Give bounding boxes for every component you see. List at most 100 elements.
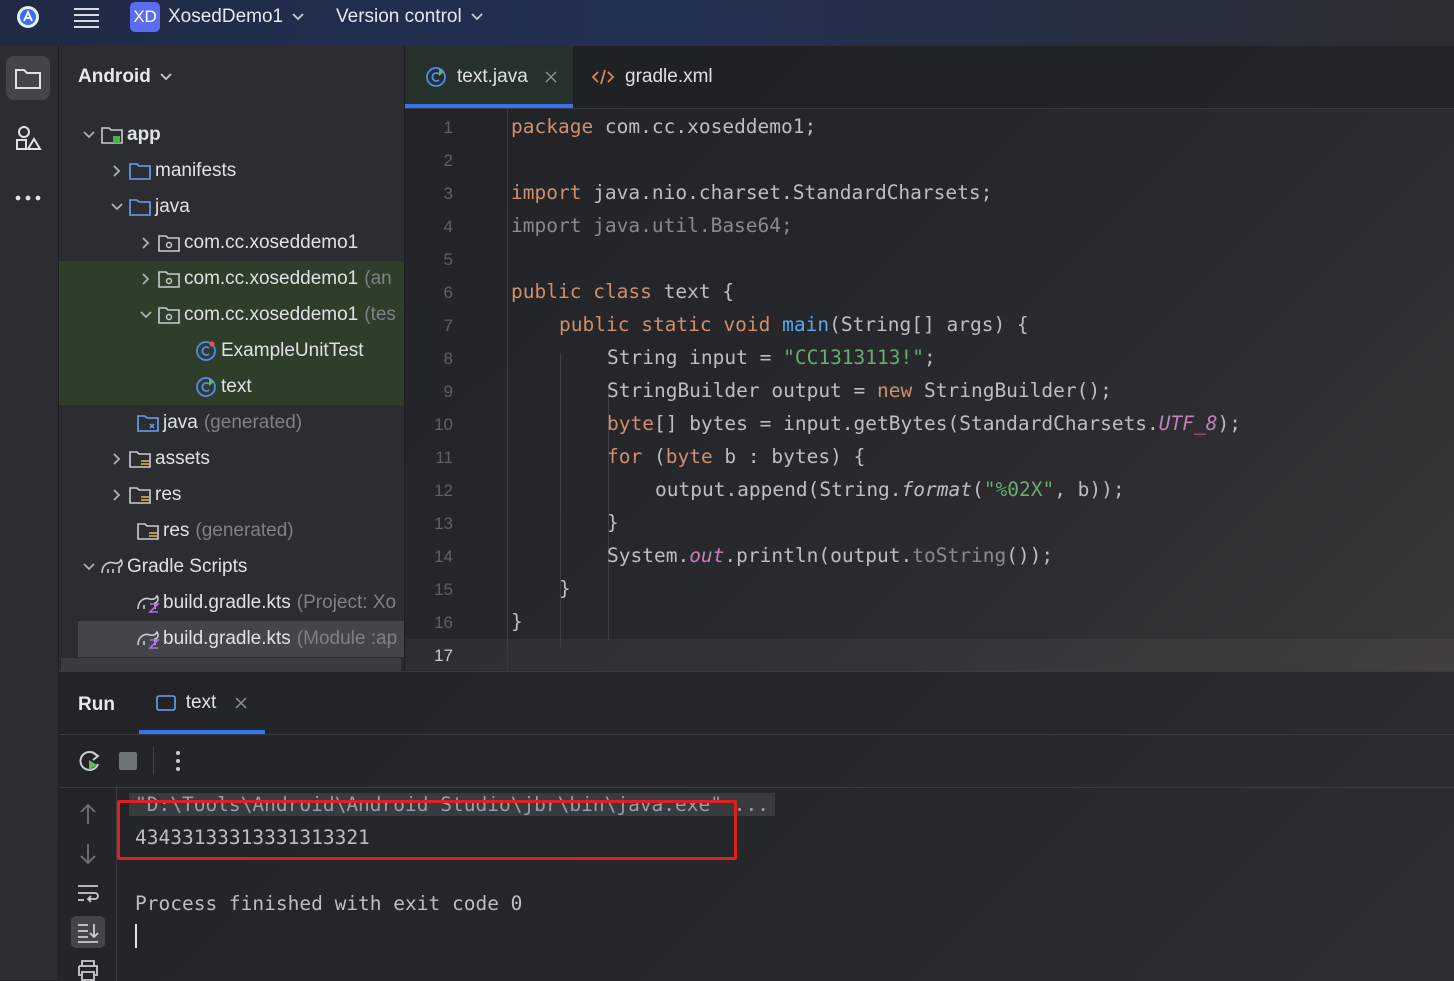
tool-window-strip bbox=[0, 46, 59, 980]
chevron-right-icon[interactable] bbox=[107, 488, 127, 502]
tree-item-build-gradle-project[interactable]: build.gradle.kts (Project: Xo bbox=[59, 585, 404, 621]
java-class-icon bbox=[193, 376, 219, 398]
code-token: "%02X" bbox=[983, 478, 1055, 501]
code-token: UTF_8 bbox=[1158, 412, 1218, 435]
code-token: , b)); bbox=[1054, 478, 1125, 501]
chevron-right-icon[interactable] bbox=[136, 236, 156, 250]
close-icon[interactable] bbox=[234, 696, 248, 710]
scroll-to-end-button[interactable] bbox=[71, 916, 105, 948]
line-number: 4 bbox=[443, 217, 453, 236]
folder-icon bbox=[127, 160, 153, 182]
line-number: 6 bbox=[443, 283, 453, 302]
code-line: public class text { bbox=[511, 280, 734, 303]
code-line: import java.util.Base64; bbox=[511, 214, 793, 237]
code-line: StringBuilder output = new StringBuilder… bbox=[607, 379, 1112, 402]
project-tool-button[interactable] bbox=[6, 56, 50, 100]
tab-text-java[interactable]: text.java bbox=[405, 46, 573, 108]
tree-item-java[interactable]: java bbox=[59, 189, 404, 225]
line-number: 7 bbox=[443, 316, 453, 335]
tree-item-label: Gradle Scripts bbox=[127, 556, 248, 577]
indent-guide bbox=[608, 467, 609, 500]
chevron-right-icon[interactable] bbox=[107, 452, 127, 466]
code-token: out bbox=[689, 544, 725, 567]
line-number: 5 bbox=[443, 250, 453, 269]
arrow-up-icon[interactable] bbox=[77, 802, 99, 826]
tree-item-label: res bbox=[155, 484, 182, 505]
close-icon[interactable] bbox=[544, 70, 558, 84]
highlight-box bbox=[117, 800, 737, 860]
chevron-down-icon[interactable] bbox=[79, 130, 99, 140]
code-token: for bbox=[607, 445, 643, 468]
code-token: System. bbox=[607, 544, 690, 567]
chevron-down-icon[interactable] bbox=[79, 562, 99, 572]
toolbar-separator bbox=[153, 747, 154, 775]
project-view-selector[interactable]: Android bbox=[78, 66, 173, 88]
tree-item-suffix: (tes bbox=[364, 304, 396, 325]
horizontal-scrollbar[interactable] bbox=[61, 658, 401, 671]
code-line: package com.cc.xoseddemo1; bbox=[511, 115, 816, 138]
chevron-down-icon[interactable] bbox=[107, 202, 127, 212]
tree-item-label: assets bbox=[155, 448, 210, 469]
android-studio-logo-icon[interactable] bbox=[16, 5, 40, 29]
chevron-right-icon[interactable] bbox=[107, 164, 127, 178]
tree-item-exampleunittest[interactable]: ExampleUnitTest bbox=[59, 333, 404, 369]
resource-manager-button[interactable] bbox=[6, 116, 50, 160]
console-icon bbox=[155, 695, 176, 711]
line-number: 14 bbox=[434, 547, 453, 566]
tree-item-res-generated[interactable]: res (generated) bbox=[59, 513, 404, 549]
version-control-menu[interactable]: Version control bbox=[336, 2, 484, 32]
folder-icon bbox=[127, 196, 153, 218]
chevron-down-icon bbox=[160, 73, 172, 81]
current-line-highlight bbox=[405, 639, 1454, 671]
tree-item-package-test[interactable]: com.cc.xoseddemo1 (tes bbox=[59, 297, 404, 333]
project-selector[interactable]: XD XosedDemo1 bbox=[130, 2, 305, 32]
tree-item-res[interactable]: res bbox=[59, 477, 404, 513]
chevron-right-icon[interactable] bbox=[136, 272, 156, 286]
project-panel: Android app manifests java com.cc.xosedd… bbox=[59, 46, 404, 671]
line-number: 11 bbox=[435, 448, 453, 467]
line-number: 15 bbox=[434, 580, 453, 599]
tree-item-assets[interactable]: assets bbox=[59, 441, 404, 477]
indent-guide bbox=[560, 353, 561, 649]
tree-item-suffix: (an bbox=[364, 268, 392, 289]
code-line: } bbox=[559, 577, 571, 600]
gutter-divider bbox=[507, 108, 508, 671]
more-options-icon[interactable] bbox=[171, 749, 185, 773]
tree-item-label: java bbox=[163, 412, 198, 433]
scroll-to-end-icon bbox=[78, 924, 99, 943]
code-token: [] bytes = input.getBytes(StandardCharse… bbox=[653, 412, 1159, 435]
tree-item-text[interactable]: text bbox=[59, 369, 404, 405]
main-menu-icon[interactable] bbox=[74, 6, 100, 28]
more-tools-button[interactable] bbox=[6, 176, 50, 220]
line-number: 1 bbox=[443, 118, 453, 137]
tab-gradle-xml[interactable]: gradle.xml bbox=[591, 46, 731, 108]
stop-icon[interactable] bbox=[119, 752, 137, 770]
tree-item-app[interactable]: app bbox=[59, 117, 404, 153]
print-icon[interactable] bbox=[76, 959, 100, 981]
code-token: main bbox=[782, 313, 830, 336]
code-token: ( bbox=[642, 445, 666, 468]
rerun-icon[interactable] bbox=[77, 748, 103, 774]
package-icon bbox=[156, 232, 182, 254]
code-token: public bbox=[511, 280, 582, 303]
arrow-down-icon[interactable] bbox=[77, 842, 99, 866]
code-token: new bbox=[877, 379, 913, 402]
tree-item-build-gradle-module[interactable]: build.gradle.kts (Module :ap bbox=[78, 621, 404, 657]
run-toolbar bbox=[59, 734, 1454, 788]
line-number: 8 bbox=[443, 349, 453, 368]
code-token: "CC1313113!" bbox=[783, 346, 924, 369]
tree-item-manifests[interactable]: manifests bbox=[59, 153, 404, 189]
tree-item-gradle-scripts[interactable]: Gradle Scripts bbox=[59, 549, 404, 585]
run-panel-title: Run bbox=[78, 694, 115, 715]
code-token: ( bbox=[972, 478, 984, 501]
tree-item-package[interactable]: com.cc.xoseddemo1 bbox=[59, 225, 404, 261]
tree-item-java-generated[interactable]: java (generated) bbox=[59, 405, 404, 441]
run-tab-text[interactable]: text bbox=[139, 672, 265, 734]
project-badge: XD bbox=[130, 2, 160, 32]
chevron-down-icon[interactable] bbox=[136, 310, 156, 320]
code-token: java.nio.charset.StandardCharsets; bbox=[581, 181, 993, 204]
tree-item-package-androidtest[interactable]: com.cc.xoseddemo1 (an bbox=[59, 261, 404, 297]
soft-wrap-icon[interactable] bbox=[76, 882, 100, 904]
tree-item-label: java bbox=[155, 196, 190, 217]
tree-item-label: text bbox=[221, 376, 252, 397]
